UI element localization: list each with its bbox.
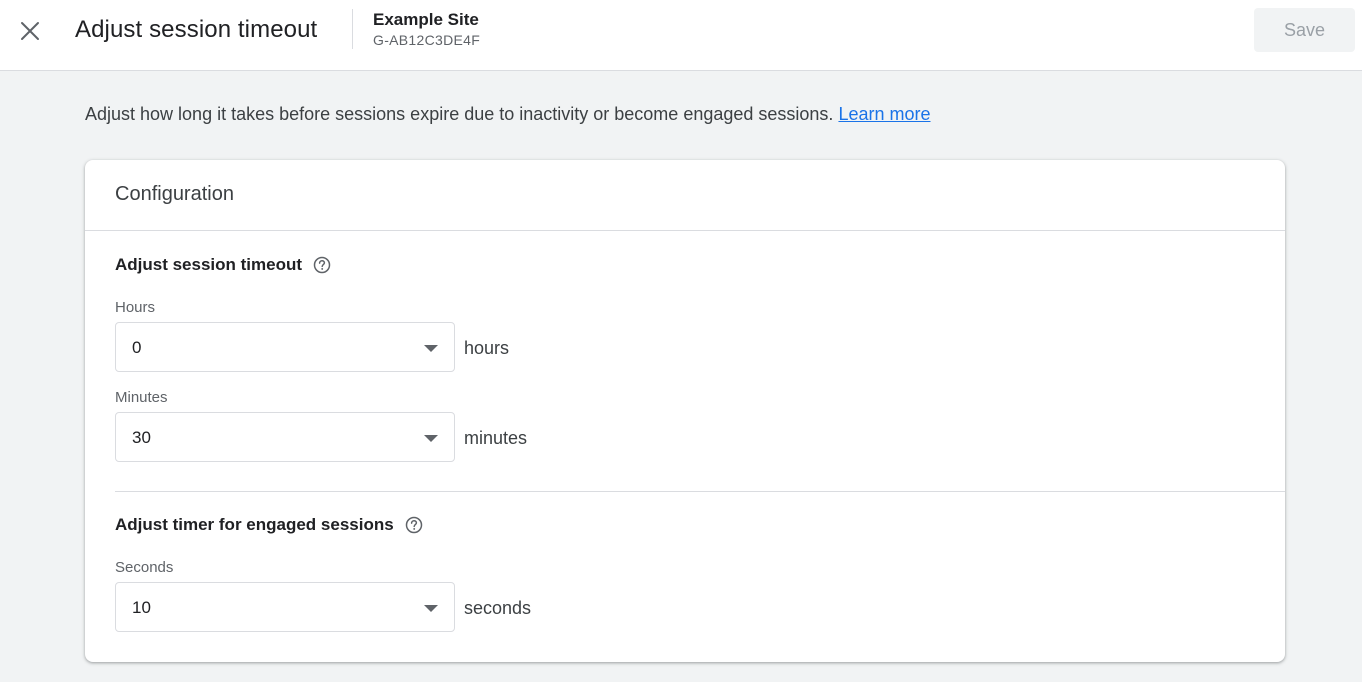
minutes-unit: minutes: [464, 428, 528, 448]
save-button[interactable]: Save: [1254, 8, 1355, 52]
minutes-select[interactable]: 30: [115, 412, 455, 462]
section-divider: [115, 491, 1285, 492]
hours-unit: hours: [464, 338, 510, 358]
title-divider: [352, 9, 353, 49]
dropdown-arrow-icon: [424, 435, 438, 442]
configuration-card: Configuration Adjust session timeout Hou…: [85, 160, 1285, 662]
card-header: Configuration: [85, 160, 1285, 231]
seconds-select[interactable]: 10: [115, 582, 455, 632]
hours-select[interactable]: 0: [115, 322, 455, 372]
hours-label: Hours: [115, 299, 156, 316]
session-timeout-heading: Adjust session timeout: [115, 255, 331, 275]
help-circle-icon[interactable]: [405, 516, 423, 534]
engaged-sessions-title: Adjust timer for engaged sessions: [115, 515, 394, 534]
property-name: Example Site: [373, 10, 479, 29]
hours-value: 0: [132, 338, 142, 357]
intro-description: Adjust how long it takes before sessions…: [85, 104, 931, 125]
minutes-label: Minutes: [115, 389, 168, 406]
minutes-value: 30: [132, 428, 151, 447]
page-title: Adjust session timeout: [75, 16, 318, 43]
intro-text: Adjust how long it takes before sessions…: [85, 104, 834, 124]
session-timeout-title: Adjust session timeout: [115, 255, 303, 274]
dropdown-arrow-icon: [424, 345, 438, 352]
seconds-label: Seconds: [115, 559, 174, 576]
learn-more-link[interactable]: Learn more: [838, 104, 930, 124]
close-button[interactable]: [14, 15, 46, 47]
property-id: G-AB12C3DE4F: [373, 32, 481, 48]
top-app-bar: Adjust session timeout Example Site G-AB…: [0, 0, 1362, 71]
help-circle-icon[interactable]: [313, 256, 331, 274]
seconds-unit: seconds: [464, 598, 532, 618]
card-title: Configuration: [115, 183, 234, 205]
close-icon: [21, 22, 39, 40]
engaged-sessions-heading: Adjust timer for engaged sessions: [115, 515, 423, 535]
dropdown-arrow-icon: [424, 605, 438, 612]
seconds-value: 10: [132, 598, 151, 617]
